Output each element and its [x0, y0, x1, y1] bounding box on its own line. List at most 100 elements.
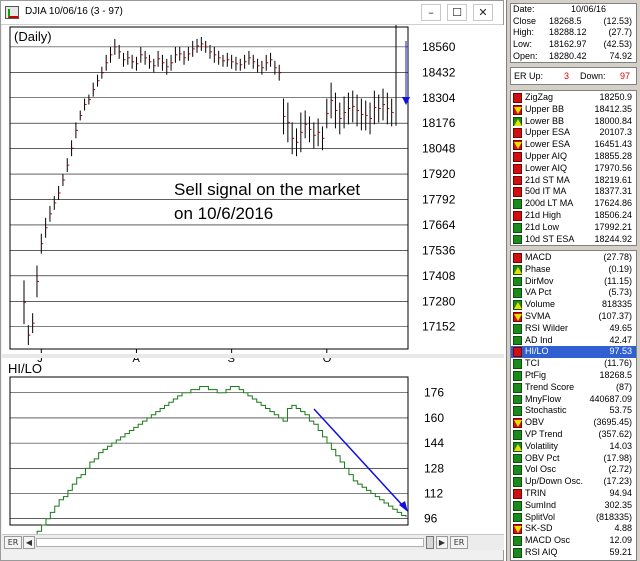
overlay-row[interactable]: 200d LT MA 17624.86: [511, 198, 636, 210]
indicator-row[interactable]: AD Ind 42.47: [511, 335, 636, 347]
annotation-line-1: Sell signal on the market: [174, 180, 360, 199]
indicator-row[interactable]: SK-SD 4.88: [511, 523, 636, 535]
indicator-row[interactable]: Vol Osc (2.72): [511, 464, 636, 476]
indicator-row[interactable]: PtFig 18268.5: [511, 370, 636, 382]
overlay-row[interactable]: 21d ST MA 18219.61: [511, 175, 636, 187]
low-change: (42.53): [603, 39, 632, 50]
scroll-right-arrow-icon[interactable]: ▶: [436, 536, 448, 549]
overlay-label: 200d LT MA: [525, 198, 574, 209]
overlay-value: 16451.43: [594, 139, 632, 150]
overlay-row[interactable]: 21d Low 17992.21: [511, 222, 636, 234]
open-change: 74.92: [609, 50, 632, 61]
indicator-row[interactable]: Phase (0.19): [511, 264, 636, 276]
indicator-row[interactable]: DirMov (11.15): [511, 276, 636, 288]
signal-red-icon: [513, 128, 522, 139]
indicator-label: SplitVol: [525, 511, 556, 522]
overlay-row[interactable]: ZigZag 18250.9: [511, 92, 636, 104]
indicator-label: SumInd: [525, 499, 557, 510]
indicator-row[interactable]: OBV Pct (17.98): [511, 453, 636, 465]
open-row: Open: 18280.42 74.92: [511, 51, 636, 63]
indicator-label: AD Ind: [525, 334, 553, 345]
pane-divider[interactable]: [2, 354, 504, 358]
hilo-y-tick-label: 96: [424, 512, 438, 526]
scroll-er-right[interactable]: ER: [450, 536, 468, 549]
indicator-row[interactable]: HI/LO 97.53: [511, 346, 636, 359]
overlay-row[interactable]: 21d High 18506.24: [511, 210, 636, 222]
price-y-tick-label: 18560: [422, 40, 456, 54]
indicator-value: 42.47: [609, 334, 632, 345]
overlay-row[interactable]: Upper BB 18412.35: [511, 104, 636, 116]
indicator-value: (87): [615, 381, 632, 392]
overlay-value: 18000.84: [594, 115, 632, 126]
indicator-row[interactable]: SplitVol (818335): [511, 512, 636, 524]
signal-down-icon: [513, 418, 522, 428]
overlay-value: 20107.3: [599, 127, 632, 138]
scroll-track[interactable]: [36, 538, 424, 547]
overlay-value: 18377.31: [594, 186, 632, 197]
scroll-left-arrow-icon[interactable]: ◀: [23, 536, 35, 549]
overlay-value: 18855.28: [594, 150, 632, 161]
overlay-row[interactable]: Lower ESA 16451.43: [511, 139, 636, 151]
chart-canvas[interactable]: 18560 18432 18304 18176 18048 17920 17792 17664…: [2, 23, 504, 539]
indicator-row[interactable]: RSI Wilder 49.65: [511, 323, 636, 335]
indicator-row[interactable]: OBV (3695.45): [511, 417, 636, 429]
signal-green-icon: [513, 465, 522, 476]
indicator-row[interactable]: Volume 818335: [511, 299, 636, 311]
overlay-label: 50d IT MA: [525, 186, 567, 197]
indicator-label: MACD: [525, 252, 552, 262]
signal-up-icon: [513, 441, 522, 452]
indicator-row[interactable]: VA Pct (5.73): [511, 287, 636, 299]
signal-green-icon: [513, 199, 522, 209]
indicator-label: OBV Pct: [525, 452, 560, 463]
indicator-row[interactable]: SumInd 302.35: [511, 500, 636, 512]
indicator-row[interactable]: MACD (27.78): [511, 252, 636, 264]
overlay-row[interactable]: 50d IT MA 18377.31: [511, 186, 636, 198]
indicator-value: (2.72): [608, 464, 632, 475]
indicator-row[interactable]: TRIN 94.94: [511, 488, 636, 500]
close-button[interactable]: ✕: [473, 4, 493, 21]
hilo-y-tick-label: 144: [424, 436, 444, 450]
indicator-label: OBV: [525, 417, 545, 428]
overlay-row[interactable]: Upper AIQ 18855.28: [511, 151, 636, 163]
indicator-row[interactable]: Volatility 14.03: [511, 441, 636, 453]
signal-red-icon: [513, 347, 522, 358]
indicator-row[interactable]: Up/Down Osc. (17.23): [511, 476, 636, 488]
chart-area[interactable]: 18560 18432 18304 18176 18048 17920 17792 17664…: [2, 23, 504, 539]
title-bar[interactable]: DJIA 10/06/16 (3 - 97) – ☐ ✕: [1, 1, 503, 25]
indicator-value: 53.75: [609, 405, 632, 416]
indicator-row[interactable]: RSI AIQ 59.21: [511, 547, 636, 559]
signal-green-icon: [513, 406, 522, 417]
indicator-row[interactable]: Trend Score (87): [511, 382, 636, 394]
indicator-row[interactable]: SVMA (107.37): [511, 311, 636, 323]
signal-up-icon: [513, 116, 522, 127]
overlay-value: 18412.35: [594, 103, 632, 114]
signal-red-icon: [513, 187, 522, 198]
indicator-label: TRIN: [525, 487, 546, 498]
signal-green-icon: [513, 536, 522, 546]
maximize-button[interactable]: ☐: [447, 4, 467, 21]
scroll-thumb[interactable]: [426, 536, 434, 549]
indicator-value: (5.73): [608, 287, 632, 298]
overlay-row[interactable]: Lower AIQ 17970.56: [511, 163, 636, 175]
indicator-row[interactable]: TCI (11.76): [511, 358, 636, 370]
indicator-value: 818335: [601, 299, 632, 310]
price-y-tick-label: 17408: [422, 269, 456, 283]
indicator-row[interactable]: Stochastic 53.75: [511, 405, 636, 417]
scroll-er-left[interactable]: ER: [4, 536, 22, 549]
signal-red-icon: [513, 210, 522, 221]
indicator-row[interactable]: MACD Osc 12.09: [511, 535, 636, 547]
horizontal-scrollbar[interactable]: ER ◀ ▶ ER: [2, 534, 504, 550]
annotation-line-2: on 10/6/2016: [174, 204, 273, 223]
close-label: Close: [513, 15, 537, 26]
minimize-button[interactable]: –: [421, 4, 441, 21]
overlay-row[interactable]: Upper ESA 20107.3: [511, 127, 636, 139]
signal-green-icon: [513, 359, 522, 369]
indicator-row[interactable]: VP Trend (357.62): [511, 429, 636, 441]
indicator-label: PtFig: [525, 369, 547, 380]
overlay-list[interactable]: ZigZag 18250.9 Upper BB 18412.35 Lower BB 180…: [510, 90, 637, 246]
indicator-list[interactable]: MACD (27.78) Phase (0.19) DirMov (11.15) VA Pc…: [510, 250, 637, 561]
indicator-row[interactable]: MnyFlow 440687.09: [511, 394, 636, 406]
overlay-row[interactable]: Lower BB 18000.84: [511, 116, 636, 128]
overlay-row[interactable]: 10d ST ESA 18244.92: [511, 234, 636, 246]
indicator-label: Volume: [525, 299, 556, 310]
